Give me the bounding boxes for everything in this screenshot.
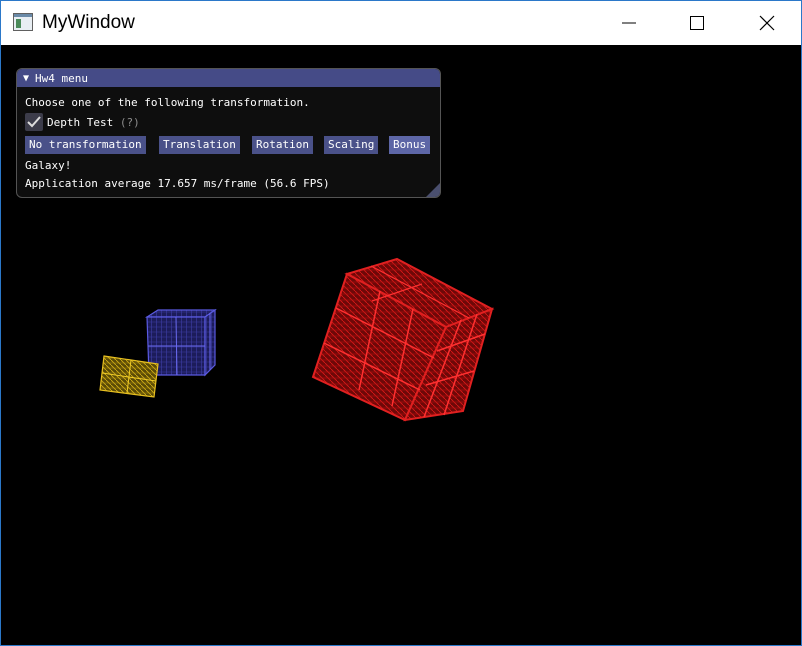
no-transformation-button[interactable]: No transformation — [25, 136, 146, 154]
checkmark-icon — [27, 116, 41, 128]
fps-readout: Application average 17.657 ms/frame (56.… — [25, 177, 330, 190]
panel-title-bar[interactable]: ▼ Hw4 menu — [17, 69, 440, 87]
scaling-button[interactable]: Scaling — [324, 136, 379, 154]
red-cube — [311, 257, 495, 422]
minimize-icon — [622, 22, 636, 24]
translation-button[interactable]: Translation — [159, 136, 240, 154]
help-marker[interactable]: (?) — [120, 116, 140, 129]
hw4-menu-panel[interactable]: ▼ Hw4 menu Choose one of the following t… — [16, 68, 441, 198]
panel-title: Hw4 menu — [35, 71, 89, 85]
bonus-button[interactable]: Bonus — [389, 136, 431, 154]
close-icon — [759, 15, 775, 31]
window-title: MyWindow — [42, 12, 135, 33]
title-bar[interactable]: MyWindow — [1, 1, 801, 45]
minimize-button[interactable] — [606, 1, 652, 45]
depth-test-row: Depth Test (?) — [47, 116, 140, 129]
status-message: Galaxy! — [25, 159, 72, 172]
rotation-button[interactable]: Rotation — [252, 136, 313, 154]
resize-grip[interactable] — [426, 183, 440, 197]
collapse-triangle-icon[interactable]: ▼ — [23, 73, 29, 84]
maximize-button[interactable] — [674, 1, 720, 45]
yellow-cube — [99, 355, 159, 398]
app-icon — [13, 13, 33, 31]
app-window: MyWindow ▼ Hw4 menu Choose one of the fo… — [0, 0, 802, 646]
close-button[interactable] — [744, 1, 790, 45]
instruction-text: Choose one of the following transformati… — [25, 96, 310, 109]
maximize-icon — [690, 16, 704, 30]
depth-test-checkbox[interactable] — [25, 113, 43, 131]
render-viewport[interactable]: ▼ Hw4 menu Choose one of the following t… — [1, 45, 801, 645]
depth-test-label: Depth Test — [47, 116, 114, 129]
